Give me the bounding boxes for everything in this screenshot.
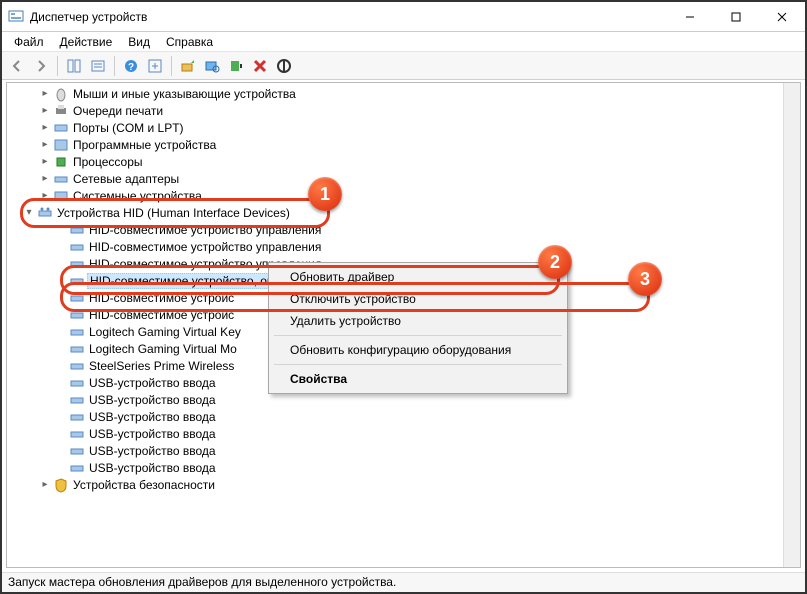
hid-icon	[69, 409, 85, 425]
category-security[interactable]: ▸Устройства безопасности	[7, 476, 800, 493]
chevron-right-icon[interactable]: ▸	[37, 156, 53, 167]
menu-view[interactable]: Вид	[120, 34, 158, 50]
hid-icon	[69, 426, 85, 442]
hid-icon	[69, 239, 85, 255]
chevron-right-icon[interactable]: ▸	[37, 173, 53, 184]
minimize-button[interactable]	[667, 2, 713, 32]
hid-icon	[69, 443, 85, 459]
menu-help[interactable]: Справка	[158, 34, 221, 50]
context-update-driver[interactable]: Обновить драйвер	[272, 266, 564, 288]
show-hide-tree-button[interactable]	[63, 55, 85, 77]
scan-hardware-button[interactable]	[201, 55, 223, 77]
hid-icon	[69, 460, 85, 476]
security-icon	[53, 477, 69, 493]
hid-icon	[69, 392, 85, 408]
port-icon	[53, 120, 69, 136]
update-driver-button[interactable]	[177, 55, 199, 77]
help-button[interactable]: ?	[120, 55, 142, 77]
window-title: Диспетчер устройств	[30, 10, 667, 24]
toolbar-separator	[57, 56, 58, 76]
toolbar-separator	[171, 56, 172, 76]
device-hid-compat-control[interactable]: HID-совместимое устройство управления	[7, 221, 800, 238]
hid-icon	[37, 205, 53, 221]
menu-file[interactable]: Файл	[6, 34, 52, 50]
category-network[interactable]: ▸Сетевые адаптеры	[7, 170, 800, 187]
hid-icon	[69, 222, 85, 238]
hid-icon	[69, 256, 85, 272]
chevron-right-icon[interactable]: ▸	[37, 88, 53, 99]
hid-icon	[69, 290, 85, 306]
context-uninstall-device[interactable]: Удалить устройство	[272, 310, 564, 332]
properties-button[interactable]	[87, 55, 109, 77]
device-usb-input[interactable]: USB-устройство ввода	[7, 408, 800, 425]
category-mice[interactable]: ▸Мыши и иные указывающие устройства	[7, 85, 800, 102]
context-scan-hardware[interactable]: Обновить конфигурацию оборудования	[272, 339, 564, 361]
context-separator	[274, 364, 562, 365]
chevron-right-icon[interactable]: ▸	[37, 105, 53, 116]
category-processors[interactable]: ▸Процессоры	[7, 153, 800, 170]
maximize-button[interactable]	[713, 2, 759, 32]
category-ports[interactable]: ▸Порты (COM и LPT)	[7, 119, 800, 136]
uninstall-button[interactable]	[249, 55, 271, 77]
toolbar-separator	[114, 56, 115, 76]
category-print-queues[interactable]: ▸Очереди печати	[7, 102, 800, 119]
context-properties[interactable]: Свойства	[272, 368, 564, 390]
category-system[interactable]: ▸Системные устройства	[7, 187, 800, 204]
hid-icon	[69, 307, 85, 323]
cpu-icon	[53, 154, 69, 170]
chevron-right-icon[interactable]: ▸	[37, 122, 53, 133]
context-disable-device[interactable]: Отключить устройство	[272, 288, 564, 310]
category-hid[interactable]: ▾Устройства HID (Human Interface Devices…	[7, 204, 800, 221]
chevron-down-icon[interactable]: ▾	[21, 207, 37, 218]
action-button[interactable]	[144, 55, 166, 77]
app-icon	[8, 9, 24, 25]
titlebar: Диспетчер устройств	[2, 2, 805, 32]
hid-icon	[69, 273, 85, 289]
toolbar: ?	[2, 52, 805, 80]
enable-device-button[interactable]	[225, 55, 247, 77]
close-button[interactable]	[759, 2, 805, 32]
system-icon	[53, 188, 69, 204]
statusbar: Запуск мастера обновления драйверов для …	[2, 572, 805, 592]
device-usb-input[interactable]: USB-устройство ввода	[7, 425, 800, 442]
category-software-devices[interactable]: ▸Программные устройства	[7, 136, 800, 153]
mouse-icon	[53, 86, 69, 102]
disable-device-button[interactable]	[273, 55, 295, 77]
device-hid-compat-control[interactable]: HID-совместимое устройство управления	[7, 238, 800, 255]
statusbar-text: Запуск мастера обновления драйверов для …	[8, 575, 396, 589]
hid-icon	[69, 375, 85, 391]
menubar: Файл Действие Вид Справка	[2, 32, 805, 52]
device-usb-input[interactable]: USB-устройство ввода	[7, 459, 800, 476]
chevron-right-icon[interactable]: ▸	[37, 479, 53, 490]
back-button[interactable]	[6, 55, 28, 77]
hid-icon	[69, 358, 85, 374]
hid-icon	[69, 324, 85, 340]
chevron-right-icon[interactable]: ▸	[37, 190, 53, 201]
chevron-right-icon[interactable]: ▸	[37, 139, 53, 150]
context-menu: Обновить драйвер Отключить устройство Уд…	[268, 262, 568, 394]
network-icon	[53, 171, 69, 187]
svg-text:?: ?	[128, 62, 134, 73]
hid-icon	[69, 341, 85, 357]
forward-button[interactable]	[30, 55, 52, 77]
printer-icon	[53, 103, 69, 119]
scrollbar[interactable]	[783, 83, 800, 567]
context-separator	[274, 335, 562, 336]
device-usb-input[interactable]: USB-устройство ввода	[7, 442, 800, 459]
software-icon	[53, 137, 69, 153]
menu-action[interactable]: Действие	[52, 34, 121, 50]
